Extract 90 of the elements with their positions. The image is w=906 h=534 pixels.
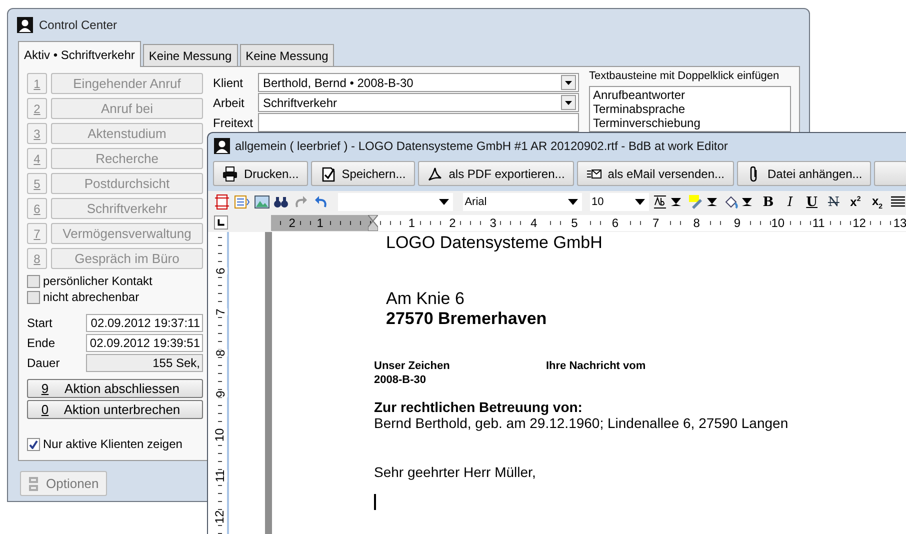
format-button[interactable]: U bbox=[802, 193, 822, 211]
field-label: Dauer bbox=[27, 356, 60, 370]
person-icon bbox=[214, 138, 230, 154]
tab[interactable]: Keine Messung bbox=[142, 44, 238, 66]
ruler-number: 10 bbox=[770, 216, 785, 230]
layout-icon bbox=[234, 194, 250, 210]
checkbox[interactable] bbox=[27, 274, 40, 288]
field-label: Klient bbox=[213, 76, 244, 90]
address-line: Am Knie 6 bbox=[386, 289, 466, 309]
command-button[interactable]: 0 Aktion unterbrechen bbox=[27, 400, 203, 419]
tab-stop-icon bbox=[214, 215, 228, 230]
page-icon bbox=[214, 194, 230, 210]
checkbox-label: nicht abrechenbar bbox=[43, 290, 140, 304]
ruler-number: 8 bbox=[690, 216, 704, 230]
letter-spacing-icon bbox=[652, 194, 668, 210]
pdf-icon bbox=[426, 166, 443, 182]
redo-icon bbox=[293, 194, 310, 210]
window-title: allgemein ( leerbrief ) - LOGO Datensysteme GmbH #1 AR 20120902.rtf - BdB at work Editor bbox=[235, 139, 728, 153]
format-button[interactable]: x$^{2}$ bbox=[846, 193, 866, 211]
ruler-number: 5 bbox=[568, 216, 582, 230]
person-icon bbox=[17, 16, 33, 32]
combo-box[interactable]: Berthold, Bernd • 2008-B-30 bbox=[258, 73, 579, 92]
ruler-number: 10 bbox=[213, 428, 227, 442]
highlight-icon bbox=[688, 194, 704, 210]
page-button[interactable] bbox=[213, 193, 231, 211]
checkbox[interactable] bbox=[27, 438, 40, 450]
binoculars-icon bbox=[273, 194, 290, 210]
time-field[interactable]: 02.09.2012 19:37:11 bbox=[86, 314, 203, 332]
toolbar-button[interactable]: Datei anhängen... bbox=[736, 161, 872, 186]
field-label: Start bbox=[27, 316, 52, 330]
ruler-number: 7 bbox=[648, 216, 663, 230]
ruler-number: 6 bbox=[608, 216, 622, 230]
toolbar-button[interactable]: als eMail versenden... bbox=[576, 161, 734, 186]
format-button[interactable]: B bbox=[758, 193, 778, 211]
tab[interactable]: Aktiv • Schriftverkehr bbox=[18, 41, 141, 67]
image-button[interactable] bbox=[252, 193, 270, 211]
undo-icon bbox=[312, 194, 329, 210]
ruler-number: 9 bbox=[213, 390, 227, 397]
list-caption: Textbausteine mit Doppelklick einfügen bbox=[589, 70, 780, 84]
dropdown-icon bbox=[561, 75, 576, 90]
paint-bucket-icon bbox=[723, 194, 740, 210]
ruler-number: 12 bbox=[852, 216, 866, 230]
ruler-number: 11 bbox=[812, 216, 826, 230]
field-label: Ende bbox=[27, 336, 56, 350]
toolbar-button[interactable]: Drucken... bbox=[213, 161, 308, 186]
checkbox-label: Nur aktive Klienten zeigen bbox=[43, 437, 182, 451]
toolbar-button[interactable]: Speichern... bbox=[310, 161, 415, 186]
tab[interactable]: Keine Messung bbox=[240, 44, 334, 66]
format-button[interactable]: I bbox=[780, 193, 800, 211]
list-item[interactable]: Terminabsprache bbox=[593, 102, 787, 116]
options-button[interactable]: Optionen bbox=[20, 471, 107, 496]
document-check-icon bbox=[320, 166, 336, 182]
duration-value: 155 Sek, bbox=[86, 354, 203, 372]
text-cursor bbox=[374, 494, 376, 510]
layout-button[interactable] bbox=[232, 193, 251, 211]
dropdown-icon bbox=[561, 95, 576, 110]
input-field[interactable] bbox=[258, 113, 579, 132]
indent-marker-icon bbox=[368, 214, 378, 230]
field-label: Arbeit bbox=[213, 96, 246, 110]
reference-label: Ihre Nachricht vom bbox=[546, 360, 647, 372]
toolbar-button[interactable]: als PDF exportieren... bbox=[418, 161, 574, 186]
settings-icon bbox=[28, 476, 40, 492]
subject-line: Zur rechtlichen Betreuung von: bbox=[374, 399, 584, 415]
format-button[interactable]: N bbox=[824, 193, 844, 211]
ruler-number: 6 bbox=[213, 267, 227, 274]
checkbox[interactable] bbox=[27, 290, 40, 304]
address-line: 27570 Bremerhaven bbox=[386, 309, 548, 329]
dropdown[interactable]: Arial bbox=[462, 193, 582, 211]
letterhead-text: LOGO Datensysteme GmbH bbox=[386, 234, 604, 252]
body-text: Bernd Berthold, geb. am 29.12.1960; Lindenallee 6, 27590 Langen bbox=[374, 415, 790, 431]
ruler-number: 7 bbox=[213, 308, 227, 315]
ruler-number: 11 bbox=[213, 469, 227, 482]
reference-value: 2008-B-30 bbox=[374, 374, 427, 386]
dropdown[interactable]: 10 bbox=[590, 193, 649, 211]
ruler-number: 8 bbox=[213, 349, 227, 356]
reference-label: Unser Zeichen bbox=[374, 360, 451, 372]
checkbox-label: persönlicher Kontakt bbox=[43, 274, 152, 288]
time-field[interactable]: 02.09.2012 19:39:51 bbox=[86, 334, 203, 352]
list-item[interactable]: Terminverschiebung bbox=[593, 116, 787, 130]
image-icon bbox=[254, 194, 270, 210]
format-button[interactable]: x$_{2}$ bbox=[867, 193, 888, 211]
command-button[interactable]: 9 Aktion abschliessen bbox=[27, 379, 203, 398]
body-text: Sehr geehrter Herr Müller, bbox=[374, 464, 537, 480]
combo-box[interactable]: Schriftverkehr bbox=[258, 93, 579, 112]
field-label: Freitext bbox=[213, 116, 254, 130]
window-title: Control Center bbox=[39, 18, 118, 32]
ruler-number: 13 bbox=[893, 216, 906, 230]
list-item[interactable]: Anrufbeantworter bbox=[593, 88, 787, 102]
check-icon bbox=[29, 440, 38, 448]
printer-icon bbox=[222, 166, 238, 182]
